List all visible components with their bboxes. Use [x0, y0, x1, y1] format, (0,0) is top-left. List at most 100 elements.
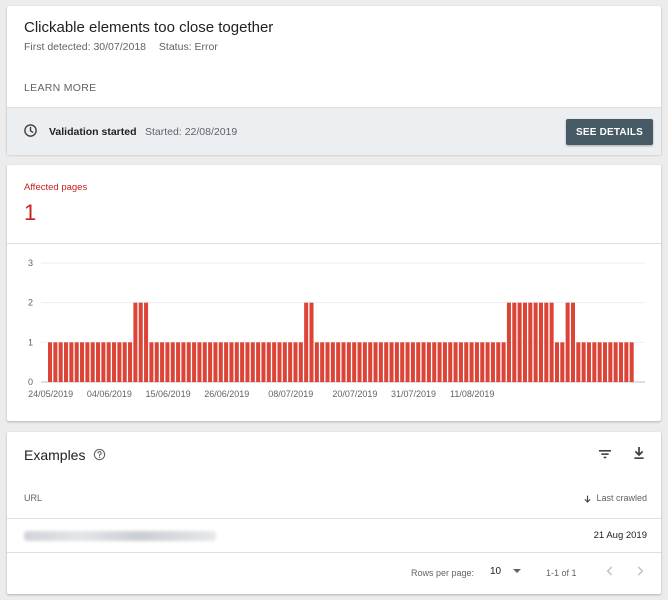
chart-bar[interactable] [309, 302, 314, 382]
chart-bar[interactable] [250, 342, 255, 382]
chart-bar[interactable] [506, 302, 511, 382]
chart-bar[interactable] [234, 342, 239, 382]
chart-bar[interactable] [85, 342, 90, 382]
chart-bar[interactable] [288, 342, 293, 382]
chart-bar[interactable] [602, 342, 608, 382]
chart-bar[interactable] [181, 342, 186, 382]
chart-bar[interactable] [512, 302, 517, 382]
chart-bar[interactable] [560, 342, 565, 382]
chart-bar[interactable] [453, 342, 458, 382]
chart-bar[interactable] [320, 342, 325, 382]
chart-bar[interactable] [64, 342, 69, 382]
filter-icon[interactable] [597, 446, 613, 462]
chart-bar[interactable] [272, 342, 277, 382]
chart-bar[interactable] [538, 302, 543, 382]
chart-bar[interactable] [522, 302, 527, 382]
chart-bar[interactable] [464, 342, 469, 382]
column-header-last-crawled[interactable]: Last crawled [583, 493, 647, 504]
chart-bar[interactable] [138, 302, 143, 382]
chart-bar[interactable] [490, 342, 495, 382]
chart-bar[interactable] [53, 342, 58, 382]
chart-bar[interactable] [618, 342, 624, 382]
learn-more-link[interactable]: LEARN MORE [24, 82, 96, 94]
chart-bar[interactable] [597, 342, 602, 382]
chart-bar[interactable] [341, 342, 346, 382]
chart-bar[interactable] [592, 342, 597, 382]
chart-bar[interactable] [160, 342, 165, 382]
chart-bar[interactable] [106, 342, 111, 382]
chart-bar[interactable] [96, 342, 101, 382]
chart-bar[interactable] [170, 342, 175, 382]
chart-bar[interactable] [261, 342, 266, 382]
chevron-left-icon[interactable] [603, 564, 617, 578]
chart-bar[interactable] [352, 342, 357, 382]
help-icon[interactable] [93, 448, 106, 461]
chart-bar[interactable] [416, 342, 421, 382]
chart-bar[interactable] [240, 342, 245, 382]
chart-bar[interactable] [496, 342, 501, 382]
chart-bar[interactable] [74, 342, 79, 382]
table-row-url-redacted[interactable] [24, 531, 216, 541]
chart-bar[interactable] [229, 342, 234, 382]
chart-bar[interactable] [629, 342, 634, 382]
chart-bar[interactable] [325, 342, 330, 382]
chart-bar[interactable] [202, 342, 207, 382]
chart-bar[interactable] [149, 342, 154, 382]
chart-bar[interactable] [608, 342, 613, 382]
chart-bar[interactable] [624, 342, 629, 382]
chart-bar[interactable] [197, 342, 202, 382]
chart-bar[interactable] [80, 342, 85, 382]
chart-bar[interactable] [69, 342, 74, 382]
chart-bar[interactable] [293, 342, 298, 382]
chart-bar[interactable] [144, 302, 149, 382]
download-icon[interactable] [631, 445, 647, 461]
chart-bar[interactable] [410, 342, 415, 382]
chart-bar[interactable] [357, 342, 362, 382]
chart-bar[interactable] [384, 342, 389, 382]
chart-bar[interactable] [245, 342, 250, 382]
chart-bar[interactable] [192, 342, 197, 382]
chart-bar[interactable] [544, 302, 549, 382]
chart-bar[interactable] [565, 302, 570, 382]
chart-bar[interactable] [613, 342, 618, 382]
chart-bar[interactable] [58, 342, 63, 382]
chart-bar[interactable] [218, 342, 223, 382]
chart-bar[interactable] [208, 342, 213, 382]
chart-bar[interactable] [469, 342, 474, 382]
chart-bar[interactable] [485, 342, 490, 382]
chevron-right-icon[interactable] [633, 564, 647, 578]
chart-bar[interactable] [394, 342, 399, 382]
chart-bar[interactable] [533, 302, 538, 382]
chart-bar[interactable] [458, 342, 463, 382]
chart-bar[interactable] [501, 342, 506, 382]
chart-bar[interactable] [378, 342, 383, 382]
chart-bar[interactable] [122, 342, 127, 382]
chart-bar[interactable] [330, 342, 335, 382]
chart-bar[interactable] [400, 342, 405, 382]
column-header-url[interactable]: URL [24, 493, 42, 503]
chart-bar[interactable] [517, 302, 522, 382]
chart-bar[interactable] [368, 342, 373, 382]
chart-bar[interactable] [581, 342, 586, 382]
chart-bar[interactable] [549, 302, 554, 382]
chart-bar[interactable] [586, 342, 592, 382]
chart-bar[interactable] [266, 342, 271, 382]
see-details-button[interactable]: SEE DETAILS [566, 119, 653, 145]
chart-bar[interactable] [474, 342, 479, 382]
chart-bar[interactable] [480, 342, 485, 382]
chart-bar[interactable] [362, 342, 367, 382]
chart-bar[interactable] [154, 342, 159, 382]
chart-bar[interactable] [277, 342, 282, 382]
chart-bar[interactable] [373, 342, 378, 382]
chart-bar[interactable] [442, 342, 447, 382]
chart-bar[interactable] [304, 302, 309, 382]
chart-bar[interactable] [421, 342, 426, 382]
chart-bar[interactable] [448, 342, 453, 382]
chart-bar[interactable] [112, 342, 117, 382]
chart-bar[interactable] [389, 342, 394, 382]
chart-bar[interactable] [314, 342, 319, 382]
chart-bar[interactable] [528, 302, 533, 382]
chart-bar[interactable] [256, 342, 261, 382]
chart-bar[interactable] [117, 342, 122, 382]
chart-bar[interactable] [432, 342, 437, 382]
